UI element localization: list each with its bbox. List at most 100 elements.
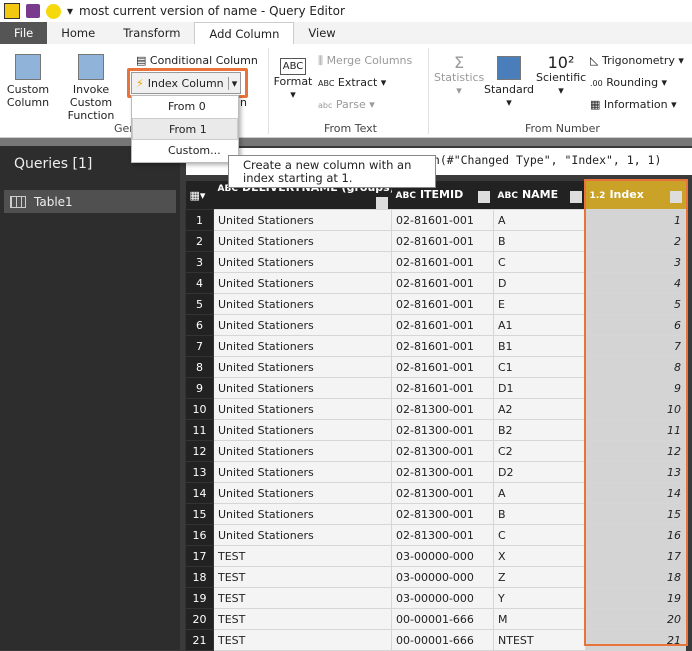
cell[interactable]: United Stationers	[213, 440, 392, 462]
cell[interactable]: 00-00001-666	[391, 629, 494, 651]
cell[interactable]: 02-81601-001	[391, 356, 494, 378]
cell[interactable]: A1	[493, 314, 586, 336]
information-button[interactable]: ▦ Information ▾	[590, 98, 677, 111]
cell[interactable]: 02-81300-001	[391, 482, 494, 504]
menu-item-from-1[interactable]: From 1	[132, 118, 238, 140]
cell[interactable]: United Stationers	[213, 314, 392, 336]
cell[interactable]: United Stationers	[213, 209, 392, 231]
cell[interactable]: 03-00000-000	[391, 566, 494, 588]
cell[interactable]: A	[493, 482, 586, 504]
row-number[interactable]: 9	[185, 377, 214, 399]
cell[interactable]: D1	[493, 377, 586, 399]
row-number[interactable]: 12	[185, 440, 214, 462]
cell[interactable]: TEST	[213, 587, 392, 609]
row-number[interactable]: 7	[185, 335, 214, 357]
cell[interactable]: A	[493, 209, 586, 231]
cell[interactable]: United Stationers	[213, 230, 392, 252]
parse-button[interactable]: abc Parse ▾	[318, 98, 375, 112]
filter-dropdown-icon[interactable]	[375, 197, 388, 209]
tab-add-column[interactable]: Add Column	[194, 22, 295, 44]
merge-columns-button[interactable]: ⫼ Merge Columns	[318, 54, 412, 67]
cell[interactable]: NTEST	[493, 629, 586, 651]
row-number[interactable]: 2	[185, 230, 214, 252]
invoke-custom-function-button[interactable]: Invoke Custom Function	[52, 54, 130, 122]
row-number[interactable]: 1	[185, 209, 214, 231]
cell[interactable]: 02-81601-001	[391, 230, 494, 252]
cell[interactable]: United Stationers	[213, 272, 392, 294]
cell[interactable]: B	[493, 230, 586, 252]
cell[interactable]: Z	[493, 566, 586, 588]
row-number[interactable]: 17	[185, 545, 214, 567]
table-menu-icon[interactable]: ▦▾	[185, 181, 214, 210]
cell[interactable]: 02-81601-001	[391, 209, 494, 231]
cell[interactable]: Y	[493, 587, 586, 609]
cell[interactable]: TEST	[213, 608, 392, 630]
cell[interactable]: 03-00000-000	[391, 587, 494, 609]
row-number[interactable]: 3	[185, 251, 214, 273]
conditional-column-button[interactable]: ▤ Conditional Column	[136, 54, 258, 67]
custom-column-button[interactable]: Custom Column	[6, 54, 50, 109]
cell[interactable]: United Stationers	[213, 377, 392, 399]
quick-access-dropdown-icon[interactable]: ▾	[67, 4, 73, 18]
cell[interactable]: TEST	[213, 629, 392, 651]
cell[interactable]: 02-81601-001	[391, 251, 494, 273]
cell[interactable]: 03-00000-000	[391, 545, 494, 567]
column-header-name[interactable]: ABC NAME	[493, 181, 586, 210]
smiley-feedback-icon[interactable]	[46, 3, 61, 19]
cell[interactable]: B	[493, 503, 586, 525]
cell[interactable]: United Stationers	[213, 293, 392, 315]
cell[interactable]: B1	[493, 335, 586, 357]
menu-item-from-0[interactable]: From 0	[132, 96, 238, 118]
row-number[interactable]: 11	[185, 419, 214, 441]
row-number[interactable]: 4	[185, 272, 214, 294]
row-number[interactable]: 15	[185, 503, 214, 525]
cell[interactable]: 02-81300-001	[391, 398, 494, 420]
scientific-button[interactable]: 10² Scientific ▾	[536, 55, 586, 98]
cell[interactable]: United Stationers	[213, 524, 392, 546]
row-number[interactable]: 8	[185, 356, 214, 378]
tab-transform[interactable]: Transform	[109, 22, 194, 44]
cell[interactable]: C	[493, 524, 586, 546]
filter-dropdown-icon[interactable]	[477, 190, 490, 203]
tab-file[interactable]: File	[0, 22, 48, 44]
row-number[interactable]: 21	[185, 629, 214, 651]
cell[interactable]: M	[493, 608, 586, 630]
cell[interactable]: United Stationers	[213, 398, 392, 420]
save-icon[interactable]	[26, 4, 40, 18]
statistics-button[interactable]: Σ Statistics ▾	[434, 55, 484, 98]
cell[interactable]: United Stationers	[213, 461, 392, 483]
row-number[interactable]: 14	[185, 482, 214, 504]
cell[interactable]: 02-81300-001	[391, 440, 494, 462]
rounding-button[interactable]: .00 Rounding ▾	[590, 76, 667, 90]
cell[interactable]: TEST	[213, 545, 392, 567]
cell[interactable]: E	[493, 293, 586, 315]
cell[interactable]: C	[493, 251, 586, 273]
cell[interactable]: 02-81601-001	[391, 377, 494, 399]
row-number[interactable]: 18	[185, 566, 214, 588]
row-number[interactable]: 20	[185, 608, 214, 630]
tab-home[interactable]: Home	[47, 22, 109, 44]
cell[interactable]: D	[493, 272, 586, 294]
cell[interactable]: United Stationers	[213, 482, 392, 504]
cell[interactable]: C1	[493, 356, 586, 378]
format-button[interactable]: ABC Format ▾	[272, 58, 314, 101]
query-item-table1[interactable]: Table1	[4, 190, 176, 213]
tab-view[interactable]: View	[294, 22, 349, 44]
cell[interactable]: 02-81300-001	[391, 419, 494, 441]
trigonometry-button[interactable]: ◺ Trigonometry ▾	[590, 54, 684, 67]
cell[interactable]: 02-81601-001	[391, 335, 494, 357]
cell[interactable]: 02-81601-001	[391, 314, 494, 336]
row-number[interactable]: 13	[185, 461, 214, 483]
cell[interactable]: United Stationers	[213, 356, 392, 378]
cell[interactable]: United Stationers	[213, 335, 392, 357]
menu-item-custom[interactable]: Custom...	[132, 140, 238, 162]
cell[interactable]: 02-81300-001	[391, 524, 494, 546]
cell[interactable]: C2	[493, 440, 586, 462]
row-number[interactable]: 16	[185, 524, 214, 546]
extract-button[interactable]: ABC Extract ▾	[318, 76, 386, 90]
cell[interactable]: United Stationers	[213, 503, 392, 525]
row-number[interactable]: 19	[185, 587, 214, 609]
standard-button[interactable]: Standard ▾	[484, 56, 534, 109]
cell[interactable]: United Stationers	[213, 251, 392, 273]
cell[interactable]: 02-81300-001	[391, 503, 494, 525]
